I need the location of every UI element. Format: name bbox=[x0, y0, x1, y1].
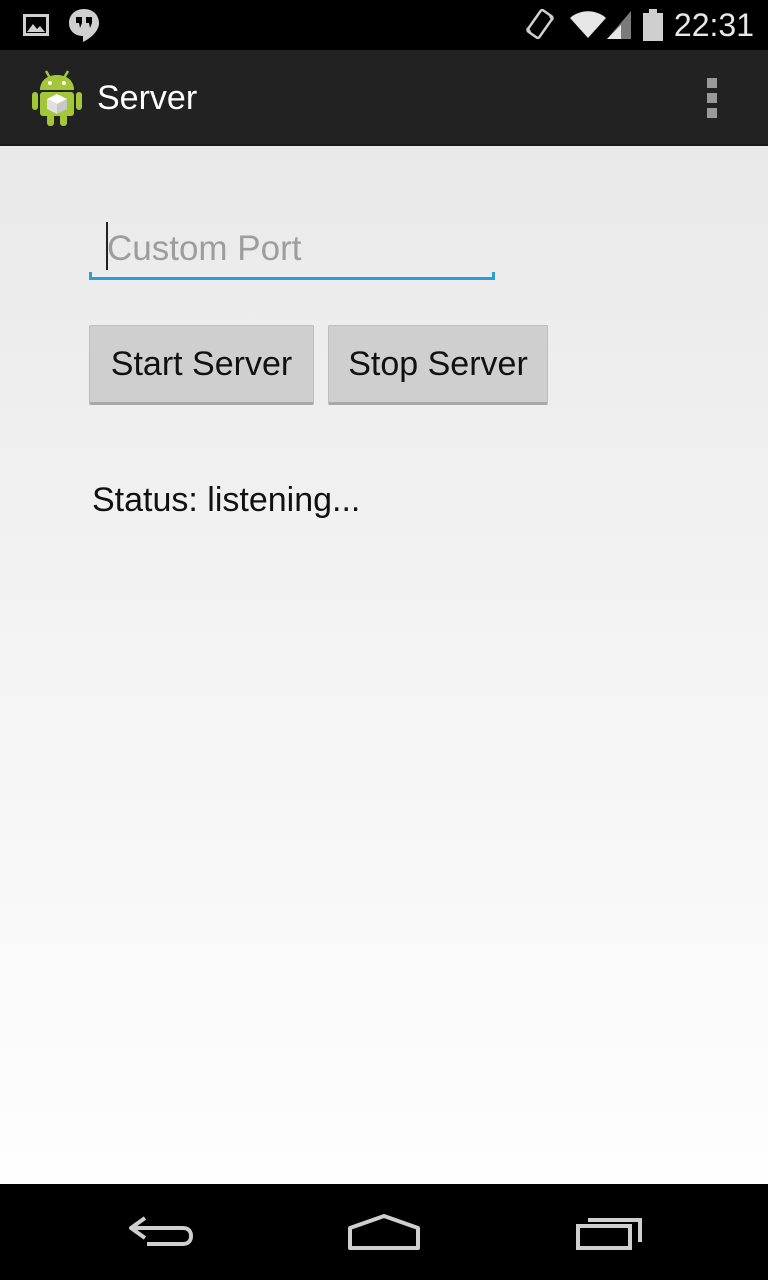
input-underline bbox=[89, 277, 495, 280]
overflow-menu-icon[interactable] bbox=[696, 76, 728, 120]
android-app-icon bbox=[30, 68, 84, 128]
action-bar: Server bbox=[0, 50, 768, 146]
home-icon[interactable] bbox=[324, 1184, 444, 1280]
navigation-bar bbox=[0, 1184, 768, 1280]
custom-port-input[interactable]: Custom Port bbox=[89, 216, 495, 280]
server-status-label: Status: listening... bbox=[92, 481, 361, 519]
app-title: Server bbox=[97, 79, 198, 117]
status-bar: 22:31 bbox=[0, 0, 768, 50]
clock: 22:31 bbox=[673, 7, 754, 43]
start-server-button[interactable]: Start Server bbox=[89, 325, 314, 405]
back-icon[interactable] bbox=[100, 1184, 220, 1280]
main-content bbox=[0, 146, 768, 1184]
gallery-notification-icon bbox=[22, 0, 50, 50]
vibrate-icon bbox=[524, 0, 556, 50]
signal-icon bbox=[604, 0, 634, 50]
battery-icon bbox=[640, 0, 666, 50]
stop-server-button[interactable]: Stop Server bbox=[328, 325, 548, 405]
hangouts-notification-icon bbox=[66, 0, 102, 50]
recents-icon[interactable] bbox=[550, 1184, 670, 1280]
wifi-icon bbox=[568, 0, 608, 50]
port-placeholder: Custom Port bbox=[107, 229, 302, 268]
